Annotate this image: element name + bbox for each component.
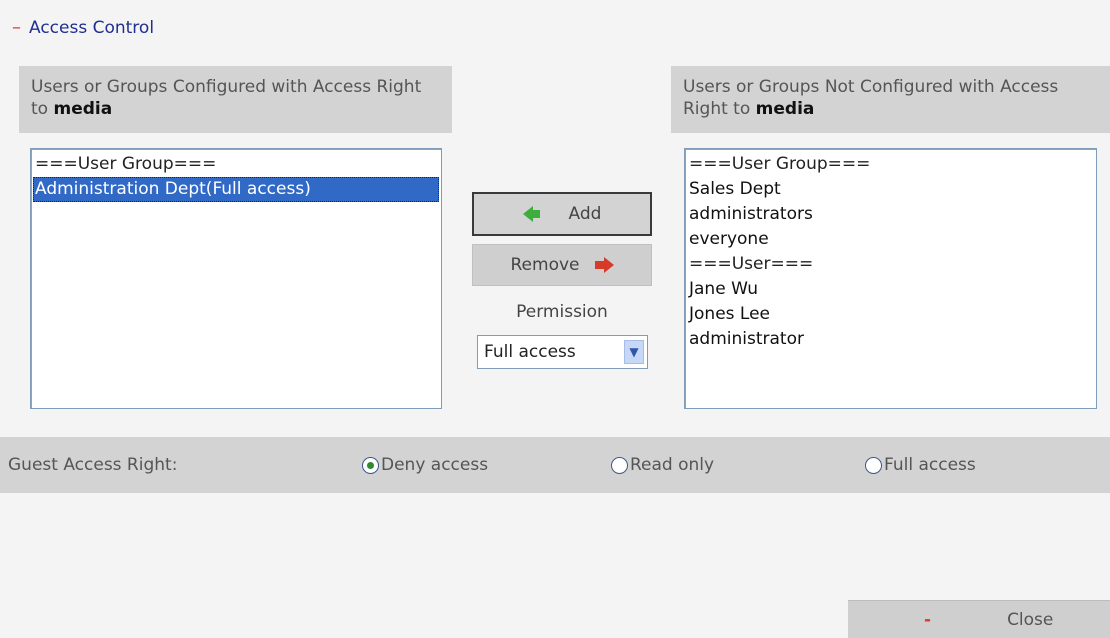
list-item-group-separator[interactable]: ===User Group=== <box>33 152 439 177</box>
list-item-administrators[interactable]: administrators <box>687 202 1094 227</box>
add-button-label: Add <box>568 204 602 224</box>
list-item-sales-dept[interactable]: Sales Dept <box>687 177 1094 202</box>
remove-button[interactable]: Remove <box>472 244 652 286</box>
not-configured-users-header: Users or Groups Not Configured with Acce… <box>671 66 1110 133</box>
radio-unchecked-icon[interactable] <box>611 456 628 474</box>
permission-select[interactable]: Full access ▼ <box>477 335 648 369</box>
guest-read-only-option[interactable]: Read only <box>611 455 714 475</box>
section-title: Access Control <box>29 18 155 38</box>
add-button[interactable]: Add <box>472 192 652 236</box>
list-item-user-separator[interactable]: ===User=== <box>687 252 1094 277</box>
close-button-label: Close <box>1007 609 1054 630</box>
close-dash-icon: - <box>924 609 932 630</box>
configured-users-list[interactable]: ===User Group=== Administration Dept(Ful… <box>30 148 442 409</box>
permission-select-value: Full access <box>484 342 576 362</box>
radio-label: Full access <box>884 455 976 475</box>
share-name: media <box>53 99 113 119</box>
arrow-left-icon <box>522 206 540 222</box>
guest-deny-access-option[interactable]: Deny access <box>362 455 488 475</box>
not-configured-header-text: Users or Groups Not Configured with Acce… <box>683 77 1059 119</box>
share-name: media <box>755 99 815 119</box>
list-item-administrator[interactable]: administrator <box>687 327 1094 352</box>
list-item-administration-dept[interactable]: Administration Dept(Full access) <box>33 177 439 202</box>
remove-button-label: Remove <box>510 255 580 275</box>
access-control-toggle[interactable]: – Access Control <box>12 18 154 38</box>
list-item-jones-lee[interactable]: Jones Lee <box>687 302 1094 327</box>
list-item-group-separator[interactable]: ===User Group=== <box>687 152 1094 177</box>
chevron-down-icon[interactable]: ▼ <box>624 340 644 364</box>
radio-checked-icon[interactable] <box>362 456 379 474</box>
radio-label: Deny access <box>381 455 489 475</box>
list-item-everyone[interactable]: everyone <box>687 227 1094 252</box>
guest-full-access-option[interactable]: Full access <box>865 455 976 475</box>
permission-label: Permission <box>516 302 608 322</box>
collapse-icon: – <box>12 17 21 38</box>
arrow-right-icon <box>594 257 614 273</box>
close-button[interactable]: - Close <box>848 600 1110 638</box>
radio-unchecked-icon[interactable] <box>865 456 882 474</box>
guest-access-label: Guest Access Right: <box>8 455 178 475</box>
configured-users-header: Users or Groups Configured with Access R… <box>19 66 452 133</box>
list-item-jane-wu[interactable]: Jane Wu <box>687 277 1094 302</box>
radio-label: Read only <box>630 455 715 475</box>
not-configured-users-list[interactable]: ===User Group=== Sales Dept administrato… <box>684 148 1097 409</box>
